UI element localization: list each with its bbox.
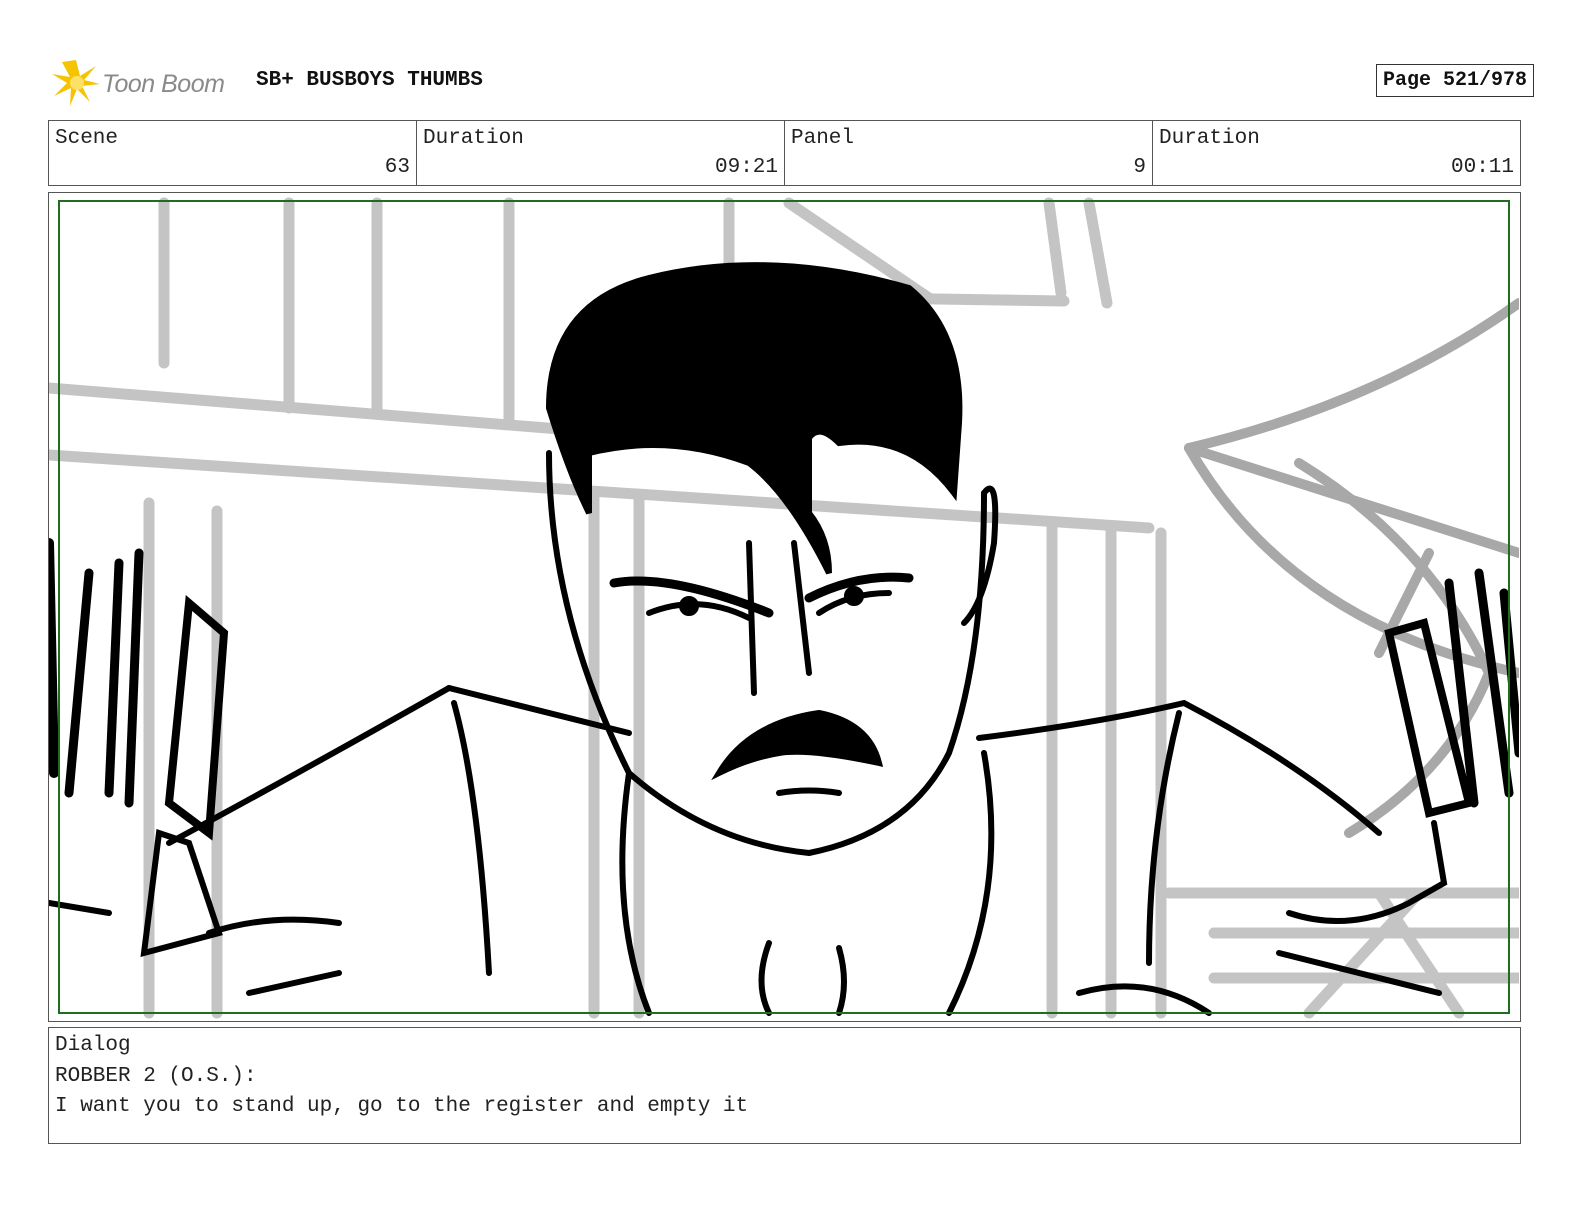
character-sketch bbox=[49, 262, 1519, 1016]
panel-duration-value: 00:11 bbox=[1450, 156, 1514, 179]
page-indicator: Page 521/978 bbox=[1375, 64, 1534, 97]
scene-label: Scene bbox=[55, 127, 119, 150]
scene-duration-label: Duration bbox=[423, 127, 524, 150]
panel-info-row: Scene 63 Duration 09:21 Panel 9 Duration… bbox=[48, 120, 1521, 186]
panel-duration-label: Duration bbox=[1159, 127, 1260, 150]
dialog-speaker: ROBBER 2 (O.S.): bbox=[55, 1065, 257, 1088]
panel-cell: Panel 9 bbox=[785, 121, 1153, 185]
dialog-label: Dialog bbox=[55, 1034, 131, 1057]
scene-duration-value: 09:21 bbox=[714, 156, 778, 179]
storyboard-panel bbox=[48, 192, 1521, 1022]
logo-text: Toon Boom bbox=[102, 70, 225, 98]
dialog-box: Dialog ROBBER 2 (O.S.): I want you to st… bbox=[48, 1027, 1521, 1144]
scene-duration-cell: Duration 09:21 bbox=[417, 121, 785, 185]
scene-value: 63 bbox=[384, 156, 410, 179]
starburst-icon bbox=[52, 60, 100, 106]
panel-sketch bbox=[49, 197, 1519, 1019]
toon-boom-logo: Toon Boom bbox=[50, 56, 240, 108]
dialog-line: I want you to stand up, go to the regist… bbox=[55, 1095, 749, 1118]
panel-duration-cell: Duration 00:11 bbox=[1153, 121, 1520, 185]
scene-cell: Scene 63 bbox=[49, 121, 417, 185]
page-header: Toon Boom SB+ BUSBOYS THUMBS Page 521/97… bbox=[50, 52, 1534, 112]
project-title: SB+ BUSBOYS THUMBS bbox=[256, 69, 483, 92]
panel-value: 9 bbox=[1133, 156, 1146, 179]
panel-label: Panel bbox=[791, 127, 855, 150]
